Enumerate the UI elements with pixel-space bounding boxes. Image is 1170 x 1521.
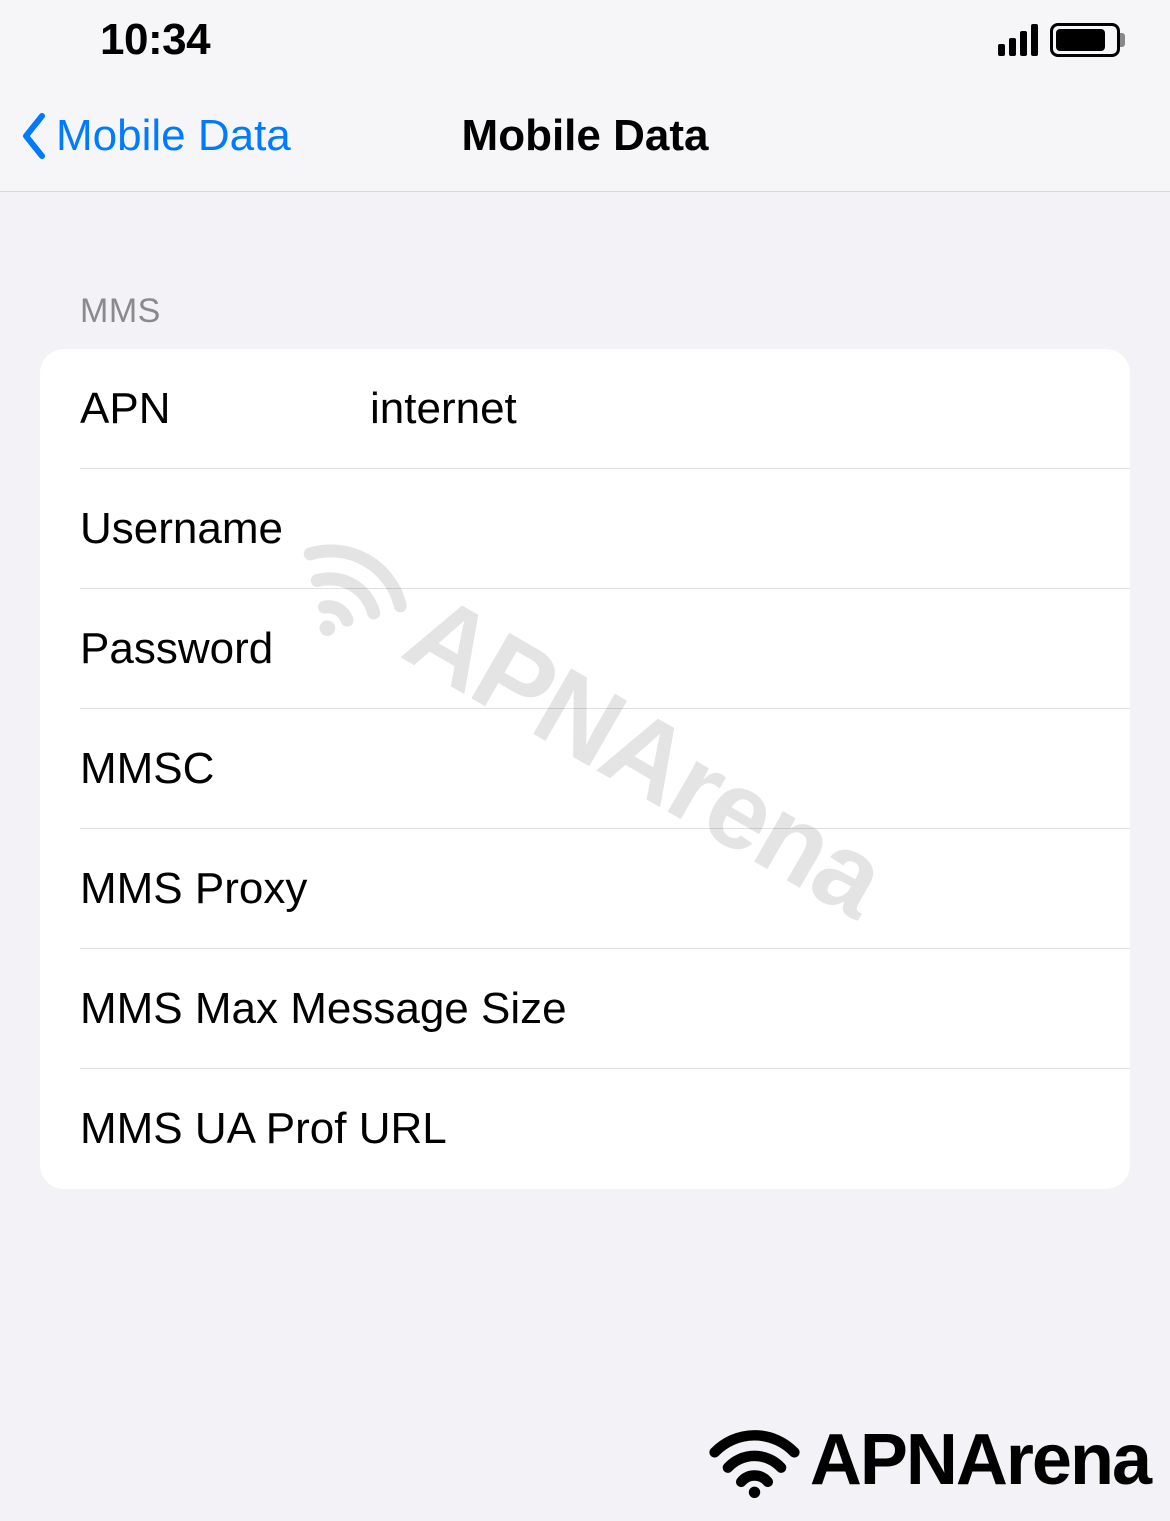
battery-icon — [1050, 23, 1120, 57]
status-bar: 10:34 — [0, 0, 1170, 80]
password-row[interactable]: Password — [40, 589, 1130, 709]
username-input[interactable] — [370, 504, 1090, 554]
apn-row[interactable]: APN — [40, 349, 1130, 469]
brand-footer: APNArena — [707, 1419, 1150, 1501]
password-input[interactable] — [370, 624, 1090, 674]
cellular-signal-icon — [998, 24, 1038, 56]
mms-proxy-label: MMS Proxy — [80, 864, 307, 914]
back-label: Mobile Data — [56, 111, 291, 161]
status-indicators — [998, 23, 1120, 57]
mms-settings-group: APN Username Password MMSC MMS Proxy MMS… — [40, 349, 1130, 1189]
mmsc-input[interactable] — [370, 744, 1090, 794]
back-button[interactable]: Mobile Data — [20, 111, 291, 161]
status-time: 10:34 — [100, 15, 210, 65]
mmsc-label: MMSC — [80, 744, 370, 794]
apn-input[interactable] — [370, 384, 1090, 434]
section-header-mms: MMS — [0, 192, 1170, 349]
navigation-bar: Mobile Data Mobile Data — [0, 80, 1170, 192]
username-row[interactable]: Username — [40, 469, 1130, 589]
chevron-left-icon — [20, 112, 48, 160]
mms-max-size-label: MMS Max Message Size — [80, 984, 567, 1034]
mms-proxy-row[interactable]: MMS Proxy — [40, 829, 1130, 949]
mms-ua-prof-label: MMS UA Prof URL — [80, 1104, 447, 1154]
username-label: Username — [80, 504, 370, 554]
mms-max-size-row[interactable]: MMS Max Message Size — [40, 949, 1130, 1069]
brand-text: APNArena — [810, 1419, 1150, 1501]
page-title: Mobile Data — [462, 111, 709, 161]
apn-label: APN — [80, 384, 370, 434]
mmsc-row[interactable]: MMSC — [40, 709, 1130, 829]
wifi-icon — [707, 1420, 802, 1500]
password-label: Password — [80, 624, 370, 674]
mms-ua-prof-row[interactable]: MMS UA Prof URL — [40, 1069, 1130, 1189]
